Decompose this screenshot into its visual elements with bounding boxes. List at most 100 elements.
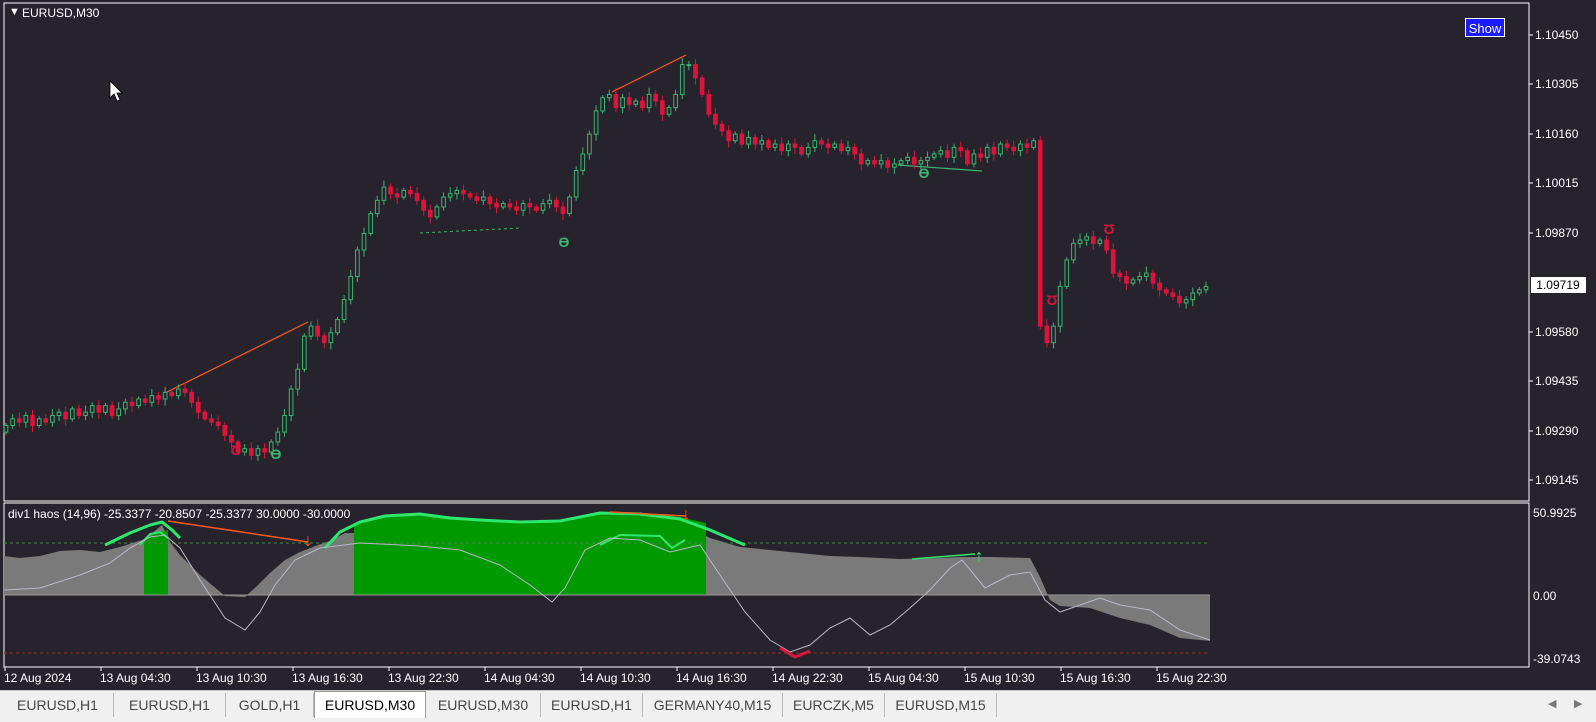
scroll-left-icon[interactable]: ◀	[1548, 697, 1556, 710]
bull-candle	[646, 93, 652, 109]
tab[interactable]: EURUSD,H1	[2, 693, 114, 717]
scroll-right-icon[interactable]: ▶	[1574, 697, 1582, 710]
price-tick-label: 1.10015	[1535, 176, 1579, 190]
time-tick-label: 14 Aug 16:30	[676, 671, 747, 685]
bull-candle	[69, 408, 75, 420]
bear-candle	[1177, 295, 1182, 304]
bull-candle	[328, 332, 334, 344]
bear-candle	[427, 209, 433, 218]
bear-candle	[1090, 236, 1096, 244]
bull-candle	[381, 186, 387, 201]
bear-candle	[626, 97, 632, 105]
bear-candle	[129, 401, 135, 407]
bear-candle	[534, 206, 539, 211]
chart-canvas[interactable]: ↓ ↓ ↑ Ʊ Ɵ Ɵ Ɵ Ʊ Ʊ ▼ EURUSD,M30 div1 haos…	[0, 0, 1596, 690]
bear-candle	[215, 421, 221, 426]
bull-candle	[971, 153, 977, 165]
bull-candle	[673, 93, 678, 109]
bull-candle	[1084, 236, 1089, 241]
collapse-triangle-icon[interactable]: ▼	[9, 6, 20, 18]
bull-candle	[1137, 275, 1143, 281]
time-tick-label: 14 Aug 22:30	[772, 671, 843, 685]
bear-candle	[766, 140, 771, 148]
bear-candle	[852, 146, 857, 155]
bull-candle	[666, 107, 672, 115]
bull-candle	[1097, 239, 1103, 244]
bull-candle	[255, 448, 261, 456]
histogram-green-block-1	[144, 530, 168, 595]
bull-candle	[308, 325, 314, 337]
bull-candle	[984, 146, 990, 158]
bear-candle	[819, 140, 824, 145]
bull-candle	[540, 203, 546, 211]
bear-candle	[991, 146, 997, 155]
bear-candle	[693, 64, 698, 79]
bear-candle	[1170, 292, 1176, 297]
bear-candle	[858, 153, 864, 165]
bear-candle	[209, 418, 214, 423]
bull-candle	[679, 64, 685, 95]
tab-active[interactable]: EURUSD,M30	[314, 691, 426, 718]
bear-candle	[839, 143, 844, 152]
price-tick-label: 1.09870	[1535, 226, 1579, 240]
bear-candle	[1104, 239, 1109, 251]
bull-candle	[341, 299, 347, 321]
tab[interactable]: EURUSD,H1	[541, 693, 643, 717]
bear-candle	[640, 100, 645, 109]
bull-candle	[925, 156, 930, 162]
bear-candle	[965, 150, 970, 165]
bull-candle	[123, 401, 128, 410]
bear-candle	[660, 100, 665, 115]
bull-candle	[295, 368, 301, 390]
bull-candle	[1190, 292, 1196, 301]
tab[interactable]: GERMANY40,M15	[643, 693, 783, 717]
price-tick-label: 1.10305	[1535, 77, 1579, 91]
tab[interactable]: GOLD,H1	[226, 693, 314, 717]
price-tick-label: 1.09145	[1535, 473, 1579, 487]
time-tick-label: 12 Aug 2024	[4, 671, 72, 685]
tab[interactable]: EURUSD,M30	[426, 693, 541, 717]
bull-candle	[348, 275, 354, 301]
bull-candle	[1144, 272, 1149, 277]
bear-candle	[229, 434, 234, 443]
bull-candle	[56, 411, 62, 417]
time-tick-label: 13 Aug 16:30	[292, 671, 363, 685]
bear-candle	[156, 395, 161, 400]
indicator-axis-max: 50.9925	[1533, 506, 1577, 520]
bull-candle	[865, 160, 871, 165]
bear-candle	[467, 193, 473, 198]
bear-candle	[394, 193, 400, 198]
time-tick-label: 14 Aug 04:30	[484, 671, 555, 685]
bull-candle	[149, 395, 155, 403]
bull-candle	[812, 140, 818, 148]
bull-candle	[1051, 325, 1056, 344]
bear-candle	[1004, 143, 1010, 148]
time-tick-label: 13 Aug 10:30	[196, 671, 267, 685]
bull-candle	[10, 418, 15, 426]
bull-candle	[892, 163, 897, 168]
bear-candle	[653, 93, 659, 102]
bear-candle	[408, 189, 413, 195]
tab[interactable]: EURUSD,H1	[114, 693, 226, 717]
bull-candle	[36, 418, 42, 426]
bear-candle	[169, 391, 175, 397]
bear-candle	[182, 388, 188, 393]
tab[interactable]: EURCZK,M5	[783, 693, 885, 717]
bear-candle	[1117, 272, 1123, 277]
chart-tab-bar: EURUSD,H1 EURUSD,H1 GOLD,H1 EURUSD,M30 EURUS…	[0, 690, 1596, 722]
bear-candle	[43, 418, 49, 423]
bull-candle	[288, 388, 294, 417]
bear-candle	[1110, 249, 1116, 274]
tab[interactable]: EURUSD,M15	[885, 693, 997, 717]
bear-candle	[30, 415, 35, 426]
bull-candle	[633, 100, 639, 105]
bear-candle	[1157, 282, 1162, 291]
time-tick-label: 13 Aug 22:30	[388, 671, 459, 685]
sell-arrow-icon-2: ↓	[682, 504, 691, 524]
bull-candle	[606, 93, 612, 99]
show-button[interactable]: Show	[1465, 18, 1505, 37]
bear-candle	[825, 143, 831, 148]
bull-candle	[951, 146, 957, 158]
bear-candle	[235, 441, 241, 453]
bull-candle	[1064, 259, 1070, 287]
